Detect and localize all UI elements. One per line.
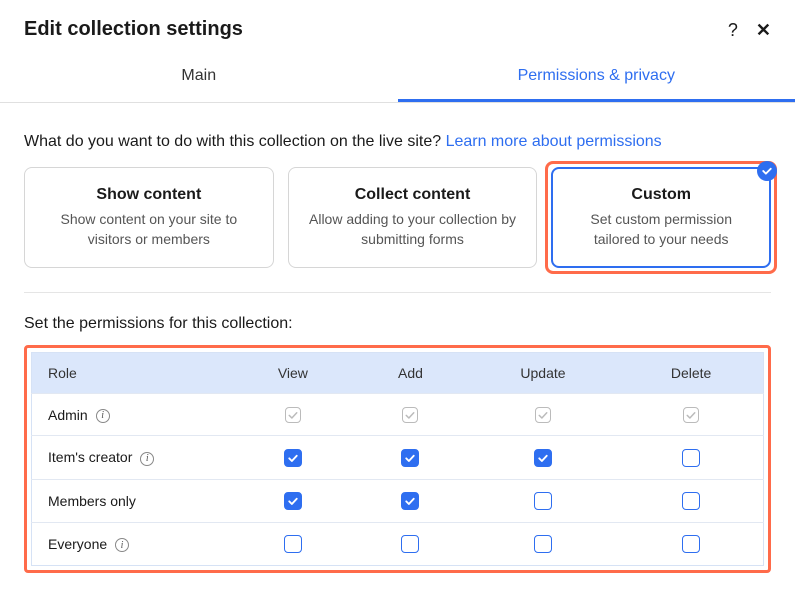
header-actions: ? ✕ xyxy=(728,21,771,39)
help-icon[interactable]: ? xyxy=(728,21,738,39)
tab-bar: Main Permissions & privacy xyxy=(0,51,795,103)
selected-check-icon xyxy=(757,161,777,181)
card-title: Custom xyxy=(566,186,756,204)
modal-title: Edit collection settings xyxy=(24,18,243,41)
question-text: What do you want to do with this collect… xyxy=(24,133,771,151)
cell-view xyxy=(232,436,355,479)
table-row: Members only xyxy=(32,479,764,522)
checkbox-item-s-creator-add[interactable] xyxy=(401,449,419,467)
cell-add xyxy=(354,436,467,479)
checkbox-members-only-add[interactable] xyxy=(401,492,419,510)
checkbox-everyone-update[interactable] xyxy=(534,535,552,553)
highlight-permissions-table: Role View Add Update Delete Admin iItem'… xyxy=(24,345,771,573)
cell-update xyxy=(467,436,620,479)
checkbox-members-only-delete[interactable] xyxy=(682,492,700,510)
card-desc: Show content on your site to visitors or… xyxy=(39,210,259,249)
cell-delete xyxy=(619,523,763,566)
col-update: Update xyxy=(467,353,620,394)
tab-permissions[interactable]: Permissions & privacy xyxy=(398,51,795,102)
permissions-heading: Set the permissions for this collection: xyxy=(24,315,771,333)
highlight-custom-card: Custom Set custom permission tailored to… xyxy=(545,161,777,274)
card-title: Show content xyxy=(39,186,259,204)
cell-role: Members only xyxy=(32,479,232,522)
card-custom[interactable]: Custom Set custom permission tailored to… xyxy=(551,167,771,268)
role-label: Item's creator xyxy=(48,449,132,465)
cell-delete xyxy=(619,479,763,522)
role-label: Everyone xyxy=(48,536,107,552)
tab-main[interactable]: Main xyxy=(0,51,398,102)
checkbox-admin-add xyxy=(402,407,418,423)
permissions-section: What do you want to do with this collect… xyxy=(24,103,771,573)
close-icon[interactable]: ✕ xyxy=(756,21,771,39)
cell-delete xyxy=(619,394,763,436)
card-collect-content[interactable]: Collect content Allow adding to your col… xyxy=(288,167,538,268)
cell-update xyxy=(467,479,620,522)
card-title: Collect content xyxy=(303,186,523,204)
info-icon[interactable]: i xyxy=(115,538,129,552)
checkbox-everyone-view[interactable] xyxy=(284,535,302,553)
checkbox-admin-delete xyxy=(683,407,699,423)
checkbox-admin-update xyxy=(535,407,551,423)
checkbox-members-only-view[interactable] xyxy=(284,492,302,510)
info-icon[interactable]: i xyxy=(96,409,110,423)
cell-add xyxy=(354,479,467,522)
card-show-content[interactable]: Show content Show content on your site t… xyxy=(24,167,274,268)
card-desc: Set custom permission tailored to your n… xyxy=(566,210,756,249)
cell-update xyxy=(467,523,620,566)
col-delete: Delete xyxy=(619,353,763,394)
cell-role: Item's creator i xyxy=(32,436,232,479)
learn-more-link[interactable]: Learn more about permissions xyxy=(446,133,662,150)
permissions-table: Role View Add Update Delete Admin iItem'… xyxy=(31,352,764,566)
checkbox-item-s-creator-update[interactable] xyxy=(534,449,552,467)
checkbox-item-s-creator-view[interactable] xyxy=(284,449,302,467)
settings-modal: Edit collection settings ? ✕ Main Permis… xyxy=(0,0,795,597)
col-role: Role xyxy=(32,353,232,394)
checkbox-item-s-creator-delete[interactable] xyxy=(682,449,700,467)
cell-delete xyxy=(619,436,763,479)
question-prefix: What do you want to do with this collect… xyxy=(24,133,446,150)
cell-add xyxy=(354,523,467,566)
info-icon[interactable]: i xyxy=(140,452,154,466)
table-row: Admin i xyxy=(32,394,764,436)
checkbox-everyone-delete[interactable] xyxy=(682,535,700,553)
cell-view xyxy=(232,523,355,566)
checkbox-members-only-update[interactable] xyxy=(534,492,552,510)
table-body: Admin iItem's creator iMembers onlyEvery… xyxy=(32,394,764,566)
checkbox-everyone-add[interactable] xyxy=(401,535,419,553)
cell-view xyxy=(232,479,355,522)
table-row: Everyone i xyxy=(32,523,764,566)
modal-header: Edit collection settings ? ✕ xyxy=(24,18,771,51)
card-desc: Allow adding to your collection by submi… xyxy=(303,210,523,249)
cell-role: Everyone i xyxy=(32,523,232,566)
col-add: Add xyxy=(354,353,467,394)
table-row: Item's creator i xyxy=(32,436,764,479)
checkbox-admin-view xyxy=(285,407,301,423)
cell-add xyxy=(354,394,467,436)
cell-view xyxy=(232,394,355,436)
role-label: Members only xyxy=(48,493,136,509)
cell-update xyxy=(467,394,620,436)
mode-cards: Show content Show content on your site t… xyxy=(24,167,771,293)
role-label: Admin xyxy=(48,407,88,423)
cell-role: Admin i xyxy=(32,394,232,436)
table-header-row: Role View Add Update Delete xyxy=(32,353,764,394)
col-view: View xyxy=(232,353,355,394)
